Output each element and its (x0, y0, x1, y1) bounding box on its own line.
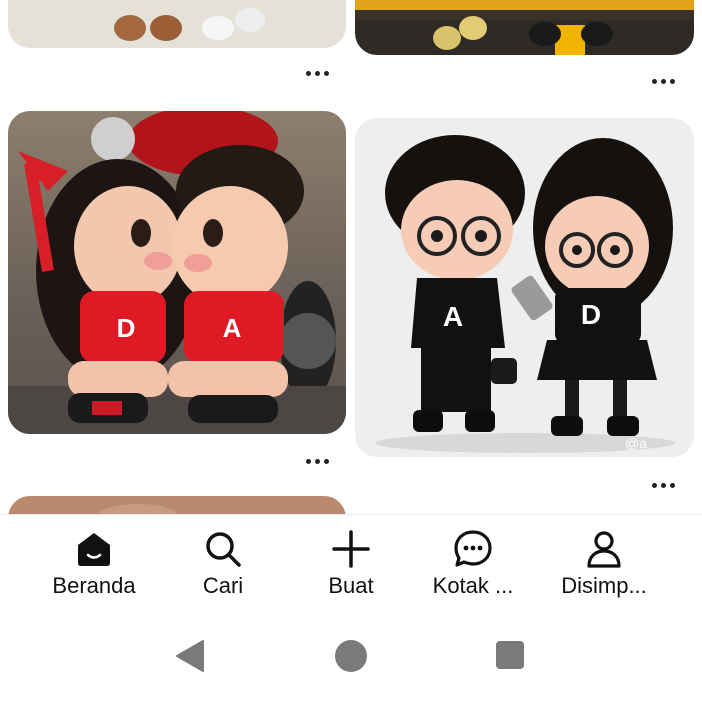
more-options-icon[interactable] (306, 71, 329, 76)
nav-label: Cari (202, 573, 244, 598)
bottom-navigation: Beranda Cari Buat Kotak ... Disimp... (0, 514, 702, 625)
shirt-letter: D (117, 313, 136, 343)
nav-item-cari[interactable]: Cari (153, 515, 293, 625)
pin-card[interactable]: A D @a (355, 118, 694, 457)
home-circle-icon[interactable] (334, 639, 368, 678)
shirt-letter: A (223, 313, 242, 343)
pin-card[interactable]: D A (8, 111, 346, 434)
pin-card[interactable] (8, 0, 346, 48)
nav-item-disimpan[interactable]: Disimp... (534, 515, 674, 625)
nav-item-kotak[interactable]: Kotak ... (403, 515, 543, 625)
search-icon (203, 529, 243, 569)
nav-item-beranda[interactable]: Beranda (24, 515, 164, 625)
pin-image: D A (8, 111, 346, 434)
pin-image (8, 0, 346, 48)
shirt-letter: D (581, 299, 601, 330)
nav-item-buat[interactable]: Buat (281, 515, 421, 625)
system-navigation-bar (0, 624, 702, 702)
pin-card[interactable] (355, 0, 694, 55)
shirt-letter: A (443, 301, 463, 332)
chat-bubble-icon (453, 529, 493, 569)
nav-label: Beranda (52, 573, 136, 598)
recents-icon[interactable] (494, 639, 526, 676)
pin-image (355, 0, 694, 55)
more-options-icon[interactable] (306, 459, 329, 464)
watermark: @a (625, 435, 647, 451)
back-icon[interactable] (173, 639, 207, 678)
home-icon (74, 529, 114, 569)
nav-label: Buat (328, 573, 374, 598)
plus-icon (331, 529, 371, 569)
more-options-icon[interactable] (652, 483, 675, 488)
nav-label: Kotak ... (432, 573, 514, 598)
profile-icon (584, 529, 624, 569)
more-options-icon[interactable] (652, 79, 675, 84)
nav-label: Disimp... (561, 573, 647, 598)
pin-image: A D @a (355, 118, 694, 457)
